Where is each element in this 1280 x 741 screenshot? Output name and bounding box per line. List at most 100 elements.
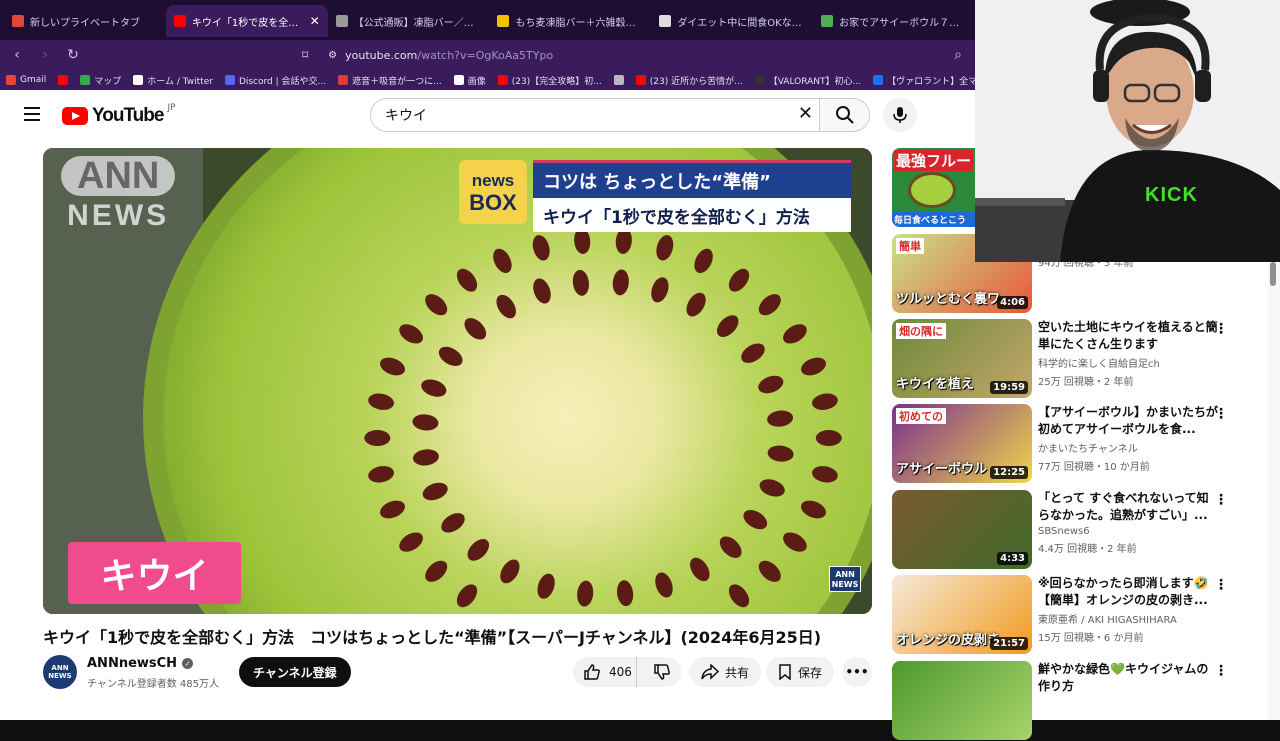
channel-name[interactable]: ANNnewsCH (87, 656, 177, 671)
bookmark-favicon-icon (754, 75, 765, 85)
tab-label: ダイエット中に間食OKな「コンビニおやつ」 (677, 17, 805, 29)
more-options-icon[interactable]: ⋮ (1214, 492, 1228, 508)
recommendation-title[interactable]: 「とって すぐ食べれないって知らなかった。追熟がすごい」... (1038, 490, 1218, 524)
streamer-webcam-image (975, 0, 1280, 262)
corner-logo-top: ANN (835, 570, 855, 579)
zoom-icon[interactable]: ⌕ (949, 47, 967, 63)
video-thumbnail[interactable]: 4:33 (892, 490, 1032, 569)
bookmark-item[interactable]: マップ (80, 74, 121, 87)
recommendation-card[interactable]: オレンジの皮剥き 21:57 ※回らなかったら即消します🤣【簡単】オレンジの皮の剥き… (892, 575, 1275, 655)
channel-avatar[interactable]: ANN NEWS (43, 655, 77, 689)
browser-tab[interactable]: 【公式通販】凍脂バー／WEB限定 お得 (328, 5, 490, 37)
bookmark-item[interactable]: Discord | 会話や交... (224, 74, 327, 87)
recommendation-title[interactable]: 鮮やかな緑色💚キウイジャムの作り方 (1038, 661, 1218, 695)
more-options-icon[interactable]: ⋮ (1214, 663, 1228, 679)
forward-icon[interactable]: › (36, 47, 54, 63)
tab-strip: 新しいプライベートタブ キウイ「1秒で皮を全部むく」方法 ✕ 【公式通販】凍脂バー／W… (0, 0, 975, 40)
share-label: 共有 (725, 665, 750, 680)
bookmark-item[interactable] (613, 75, 624, 85)
bookmark-item[interactable]: (23)【完全攻略】初... (497, 74, 602, 87)
tab-favicon-icon (659, 15, 672, 27)
recommendation-meta: 4.4万 回視聴・2 年前 (1038, 544, 1137, 555)
page-scrollbar[interactable] (1268, 260, 1280, 720)
youtube-logo[interactable]: YouTube JP (62, 103, 176, 127)
like-button[interactable]: 406 (573, 657, 638, 687)
more-options-icon[interactable]: ⋮ (1214, 321, 1228, 337)
video-thumbnail[interactable]: オレンジの皮剥き 21:57 (892, 575, 1032, 654)
bookmark-item[interactable]: 遮音＋吸音が一つに... (338, 74, 442, 87)
bookmark-label: Discord | 会話や交... (238, 76, 327, 87)
recommendation-meta: 25万 回視聴・2 年前 (1038, 377, 1134, 388)
browser-tab[interactable]: キウイ「1秒で皮を全部むく」方法 ✕ (165, 5, 328, 37)
tab-favicon-icon (335, 15, 348, 27)
more-actions-button[interactable]: ••• (842, 657, 872, 687)
browser-tab[interactable]: もち麦凍脂バー＋六雑穀プラス | マツキヨ (489, 5, 651, 37)
search-input[interactable]: キウイ ✕ (370, 98, 820, 132)
video-thumbnail[interactable]: 畑の隅に キウイを植え 19:59 (892, 319, 1032, 398)
bookmark-item[interactable]: ホーム / Twitter (133, 74, 213, 87)
recommendation-title[interactable]: 【アサイーボウル】かまいたちが初めてアサイーボウルを食... (1038, 404, 1218, 438)
newsbox-bottom: BOX (469, 190, 517, 215)
bookmark-item[interactable]: 画像 (453, 74, 486, 87)
recommendation-thumb-top[interactable]: 最強フルー 毎日食べるとこう (892, 148, 975, 227)
recommendation-title[interactable]: 空いた土地にキウイを植えると簡単にたくさん生ります (1038, 319, 1218, 353)
more-options-icon[interactable]: ⋮ (1214, 577, 1228, 593)
shirt-logo: KICK (1145, 184, 1198, 206)
video-player[interactable]: ANN NEWS news BOX コツは ちょっとした“準備” キウイ「1秒で… (43, 148, 872, 614)
recommendation-card[interactable]: 初めての アサイーボウル 12:25 【アサイーボウル】かまいたちが初めてアサイーボウ… (892, 404, 1275, 484)
bookmark-item[interactable]: 【ヴァロラント】全マップ... (873, 74, 975, 87)
bookmark-item[interactable]: Gmail (6, 75, 46, 85)
recommendation-info: 空いた土地にキウイを植えると簡単にたくさん生ります科学的に楽しく自給自足ch 25… (1038, 319, 1218, 388)
browser-tab[interactable]: お家でアサイーボウル７パック | フルッタ (813, 5, 975, 37)
webcam-overlay: KICK (975, 0, 1280, 262)
bookmark-favicon-icon (873, 75, 884, 85)
video-thumbnail[interactable]: 初めての アサイーボウル 12:25 (892, 404, 1032, 483)
headline-banner-top: コツは ちょっとした“準備” (533, 160, 851, 198)
save-button[interactable]: 保存 (766, 657, 835, 687)
bookmark-item[interactable]: (23) 近所から苦情が... (635, 74, 743, 87)
bookmark-favicon-icon (224, 75, 235, 85)
bookmark-icon[interactable]: ⌑ (302, 48, 308, 62)
reload-icon[interactable]: ↻ (64, 47, 82, 63)
video-thumbnail[interactable] (892, 661, 1032, 740)
menu-icon[interactable] (24, 107, 40, 121)
tab-label: もち麦凍脂バー＋六雑穀プラス | マツキヨ (515, 17, 644, 29)
duration-badge: 4:33 (997, 552, 1028, 565)
bookmark-label: マップ (94, 76, 122, 87)
dislike-button[interactable] (643, 663, 681, 681)
browser-tab[interactable]: ダイエット中に間食OKな「コンビニおやつ」 (651, 5, 813, 37)
recommendation-card[interactable]: 畑の隅に キウイを植え 19:59 空いた土地にキウイを植えると簡単にたくさん生ります… (892, 319, 1275, 399)
recommendation-channel[interactable]: 東原亜希 / AKI HIGASHIHARA (1038, 611, 1218, 626)
scrollbar-thumb[interactable] (1270, 262, 1276, 286)
recommendation-card[interactable]: 鮮やかな緑色💚キウイジャムの作り方 ⋮ (892, 661, 1275, 741)
recommendation-card[interactable]: 4:33 「とって すぐ食べれないって知らなかった。追熟がすごい」... SBSne… (892, 490, 1275, 570)
microphone-icon (893, 107, 907, 123)
recommendation-channel[interactable]: かまいたちチャンネル (1038, 440, 1218, 455)
channel-name-row[interactable]: ANNnewsCH ✓ (87, 656, 194, 671)
url-host: youtube.com (345, 48, 418, 62)
bookmark-item[interactable] (58, 75, 69, 85)
search-icon (835, 106, 854, 124)
back-icon[interactable]: ‹ (8, 47, 26, 63)
caption-box: キウイ (68, 542, 241, 604)
subscribe-button[interactable]: チャンネル登録 (239, 657, 351, 687)
share-icon (701, 664, 719, 680)
clear-search-icon[interactable]: ✕ (798, 103, 813, 124)
newsbox-top: news (471, 171, 515, 190)
headline-line2: キウイ「1秒で皮を全部むく」方法 (543, 207, 810, 228)
address-bar[interactable]: ⌑ ⚙ youtube.com/watch?v=OgKoAa5TYpo (302, 48, 939, 62)
share-button[interactable]: 共有 (689, 657, 762, 687)
voice-search-button[interactable] (883, 98, 917, 132)
more-options-icon[interactable]: ⋮ (1214, 406, 1228, 422)
recommendation-title[interactable]: ※回らなかったら即消します🤣【簡単】オレンジの皮の剥き... (1038, 575, 1218, 609)
recommendation-channel[interactable]: 科学的に楽しく自給自足ch (1038, 355, 1218, 370)
browser-tab[interactable]: 新しいプライベートタブ (4, 5, 166, 37)
search-button[interactable] (820, 98, 870, 132)
bookmark-favicon-icon (453, 75, 464, 85)
thumbnail-tag: 簡単 (896, 238, 924, 254)
site-info-icon[interactable]: ⚙ (328, 50, 337, 61)
close-tab-icon[interactable]: ✕ (310, 14, 320, 28)
bookmark-item[interactable]: 【VALORANT】初心... (754, 74, 861, 87)
duration-badge: 19:59 (990, 381, 1028, 394)
recommendation-channel[interactable]: SBSnews6 (1038, 526, 1218, 537)
